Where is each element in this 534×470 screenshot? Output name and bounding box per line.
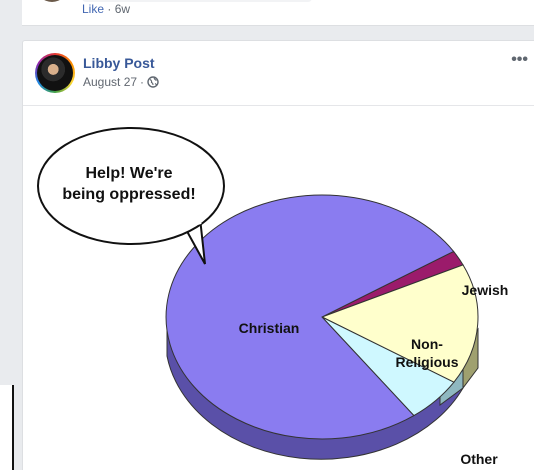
post-date[interactable]: August 27: [83, 75, 137, 89]
label-other: Other: [460, 451, 498, 467]
previous-post-card: Like · 6w: [22, 0, 534, 26]
speech-bubble: Help! We're being oppressed!: [37, 127, 225, 265]
label-christian: Christian: [239, 320, 300, 336]
left-edge-fragment: [0, 385, 14, 470]
post-meta: August 27 ·: [83, 75, 159, 89]
pie-slices: [165, 194, 479, 440]
label-non: Non-: [411, 336, 443, 352]
author-name[interactable]: Libby Post: [83, 55, 155, 71]
meta-separator: ·: [104, 2, 115, 16]
like-link[interactable]: Like: [82, 2, 104, 16]
previous-comment-meta: Like · 6w: [82, 2, 130, 16]
globe-icon[interactable]: [147, 76, 159, 88]
speech-line-2: being oppressed!: [62, 186, 195, 203]
author-avatar[interactable]: [35, 53, 75, 93]
meme-svg: Help! We're being oppressed! Christian J…: [37, 127, 509, 467]
more-options-icon[interactable]: •••: [511, 51, 528, 69]
post-card: Libby Post August 27 · ••• Help! We're b…: [22, 40, 534, 470]
previous-avatar[interactable]: [36, 0, 68, 2]
label-jewish: Jewish: [462, 282, 509, 298]
comment-time[interactable]: 6w: [115, 2, 130, 16]
post-meta-separator: ·: [140, 75, 145, 89]
post-image[interactable]: Help! We're being oppressed! Christian J…: [23, 106, 534, 470]
avatar-photo: [37, 55, 73, 91]
pie-chart: [165, 194, 479, 460]
label-religious: Religious: [395, 354, 458, 370]
speech-line-1: Help! We're: [85, 165, 172, 182]
